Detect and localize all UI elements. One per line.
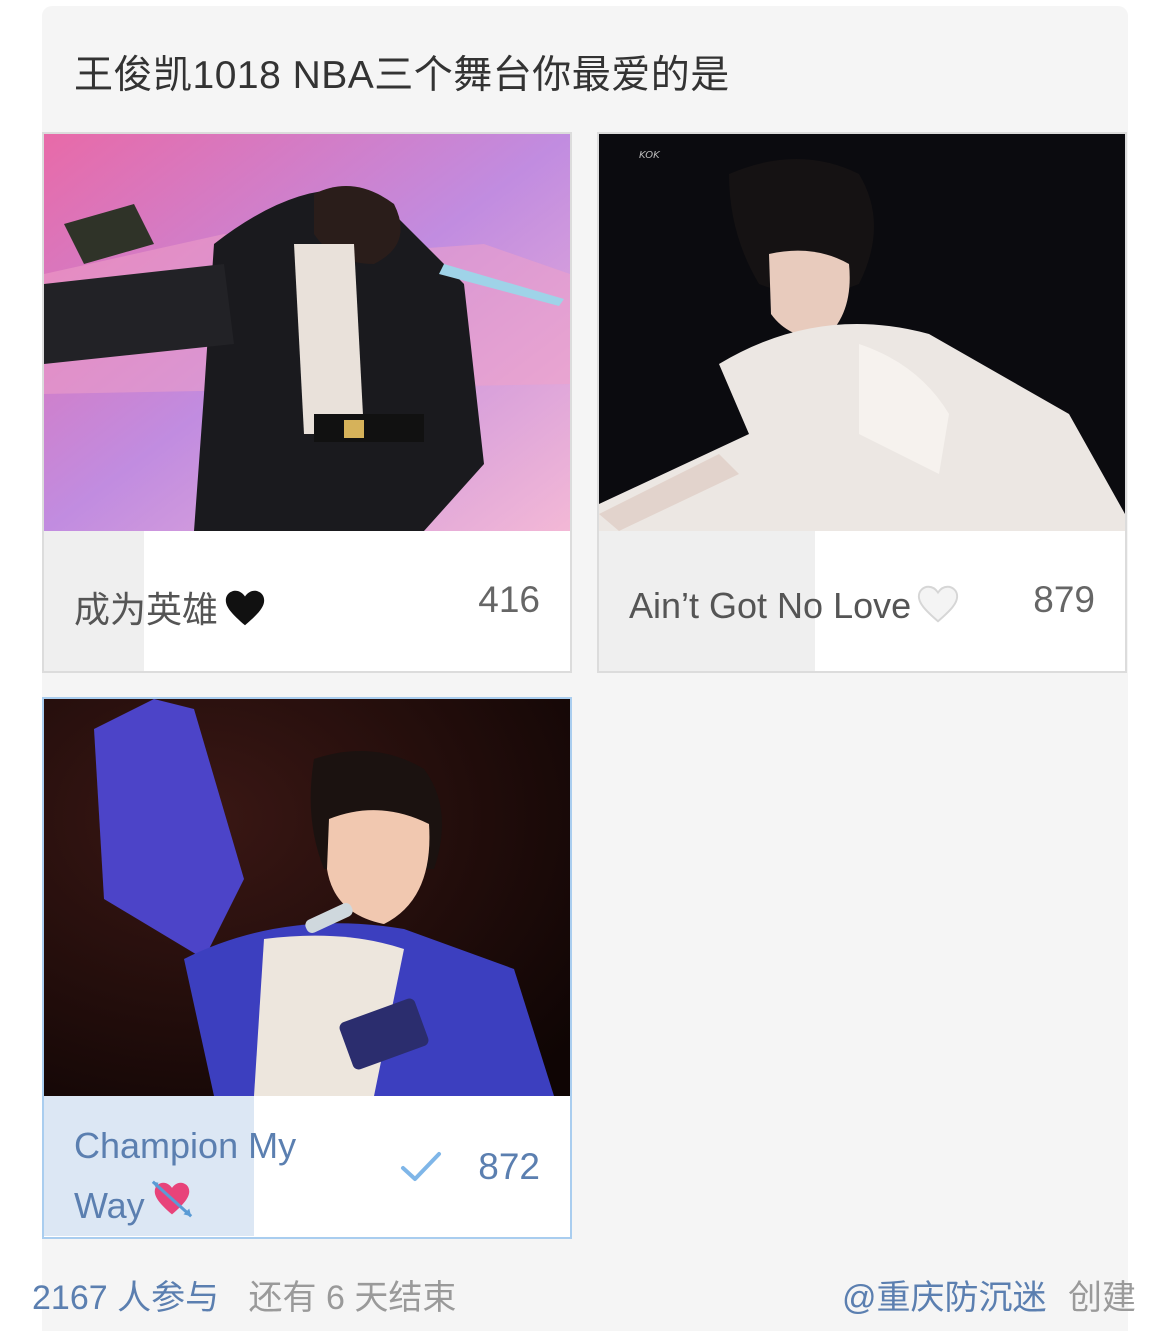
vote-count: 872 xyxy=(478,1146,540,1187)
participant-count: 2167 人参与 xyxy=(32,1279,220,1317)
selected-check-icon xyxy=(401,1152,441,1181)
poll-creator: @重庆防沉迷 创建 xyxy=(842,1270,1136,1319)
option-label: 成为英雄 xyxy=(74,581,268,640)
white-heart-icon xyxy=(915,581,961,636)
poll-option-1[interactable]: 成为英雄 416 xyxy=(42,132,572,673)
creator-handle-link[interactable]: @重庆防沉迷 xyxy=(842,1279,1047,1317)
option-photo xyxy=(44,699,570,1096)
svg-text:KOK: KOK xyxy=(639,150,661,161)
option-photo xyxy=(44,134,570,531)
poll-option-3[interactable]: Champion My Way 872 xyxy=(42,697,572,1239)
poll-title: 王俊凯1018 NBA三个舞台你最爱的是 xyxy=(74,54,730,97)
poll-option-2[interactable]: KOK Ain’t Got No Love 879 xyxy=(597,132,1127,673)
vote-count: 879 xyxy=(1033,579,1095,620)
option-footer: Ain’t Got No Love 879 xyxy=(599,531,1125,671)
option-label: Ain’t Got No Love xyxy=(629,581,961,636)
option-footer: 成为英雄 416 xyxy=(44,531,570,671)
option-label: Champion My Way xyxy=(74,1116,354,1236)
vote-count: 416 xyxy=(478,579,540,620)
option-photo: KOK xyxy=(599,134,1125,531)
poll-card: 王俊凯1018 NBA三个舞台你最爱的是 成为英雄 416 KOK Ain’t … xyxy=(42,6,1128,1331)
option-footer: Champion My Way 872 xyxy=(44,1096,570,1236)
time-remaining: 还有 6 天结束 xyxy=(248,1279,457,1317)
black-heart-icon xyxy=(222,585,268,640)
poll-stats: 2167 人参与 还有 6 天结束 xyxy=(32,1270,456,1319)
created-label: 创建 xyxy=(1068,1279,1136,1317)
heart-with-arrow-icon xyxy=(149,1176,195,1236)
